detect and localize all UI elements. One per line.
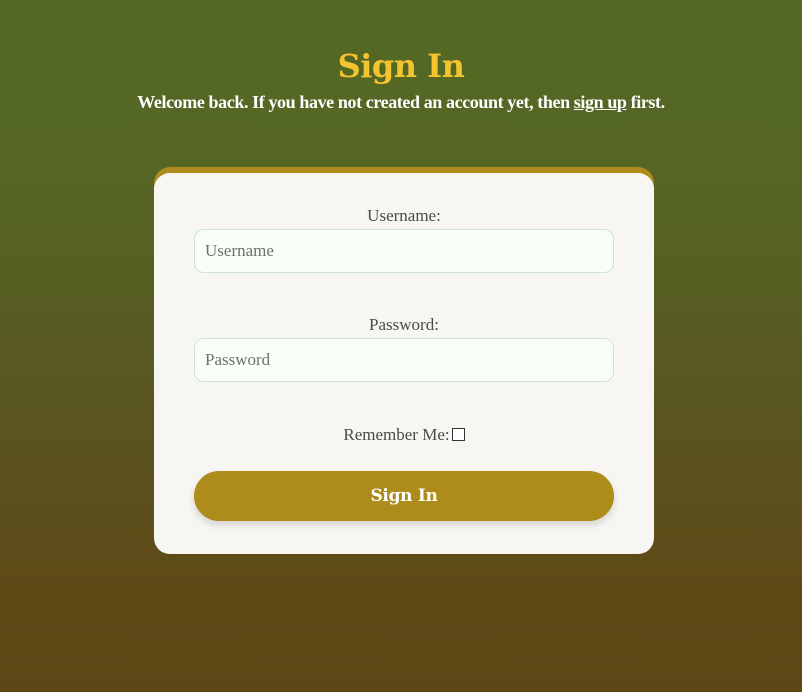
username-label: Username: — [367, 206, 441, 225]
remember-me-label: Remember Me: — [343, 425, 450, 444]
subtitle-text-before: Welcome back. If you have not created an… — [137, 92, 574, 112]
page-header: Sign In Welcome back. If you have not cr… — [0, 44, 802, 113]
password-label: Password: — [369, 315, 439, 334]
page-title: Sign In — [337, 47, 465, 85]
page-subtitle: Welcome back. If you have not created an… — [0, 92, 802, 113]
remember-me-checkbox[interactable] — [451, 428, 465, 441]
subtitle-text-after: first. — [626, 92, 665, 112]
remember-me-row: Remember Me: — [154, 425, 654, 445]
sign-up-link[interactable]: sign up — [574, 92, 627, 112]
sign-in-form: Username: Password: Remember Me: Sign In — [154, 173, 654, 554]
sign-in-button[interactable]: Sign In — [194, 471, 614, 521]
username-input[interactable] — [194, 229, 614, 273]
password-input[interactable] — [194, 338, 614, 382]
